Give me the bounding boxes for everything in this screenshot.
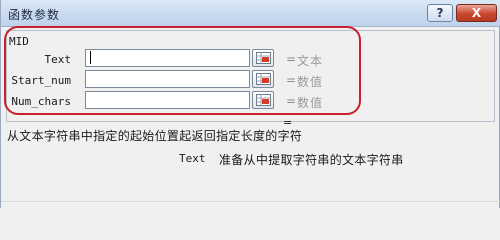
range-select-icon [255, 52, 271, 64]
help-button[interactable]: ? [427, 4, 453, 22]
start-num-type-hint: 数值 [297, 75, 324, 89]
range-select-icon [255, 94, 271, 106]
function-arguments-dialog: 函数参数 ? X MID Text = 文本 Start_num = 数值 Nu… [0, 0, 500, 208]
close-button[interactable]: X [456, 4, 497, 22]
arg-label-start-num: Start_num [11, 74, 71, 87]
start-num-equals: = [286, 73, 297, 87]
text-cursor [90, 51, 91, 64]
function-name: MID [9, 35, 29, 48]
num-chars-equals: = [286, 94, 297, 108]
num-chars-range-button[interactable] [252, 91, 274, 109]
function-description: 从文本字符串中指定的起始位置起返回指定长度的字符 [7, 129, 303, 143]
range-select-icon [255, 73, 271, 85]
divider [1, 201, 500, 202]
num-chars-type-hint: 数值 [297, 96, 324, 110]
argument-description-name: Text [179, 152, 206, 165]
text-range-button[interactable] [252, 49, 274, 67]
text-input[interactable] [85, 49, 250, 67]
arg-label-text: Text [44, 53, 72, 66]
text-equals: = [286, 52, 297, 66]
num-chars-input[interactable] [85, 91, 250, 109]
arguments-group [6, 30, 495, 122]
start-num-input[interactable] [85, 70, 250, 88]
argument-description-text: 准备从中提取字符串的文本字符串 [219, 153, 404, 167]
title-bar[interactable]: 函数参数 ? X [1, 0, 500, 27]
start-num-range-button[interactable] [252, 70, 274, 88]
text-type-hint: 文本 [297, 54, 324, 68]
dialog-title: 函数参数 [8, 8, 61, 22]
arg-label-num-chars: Num_chars [11, 95, 71, 108]
